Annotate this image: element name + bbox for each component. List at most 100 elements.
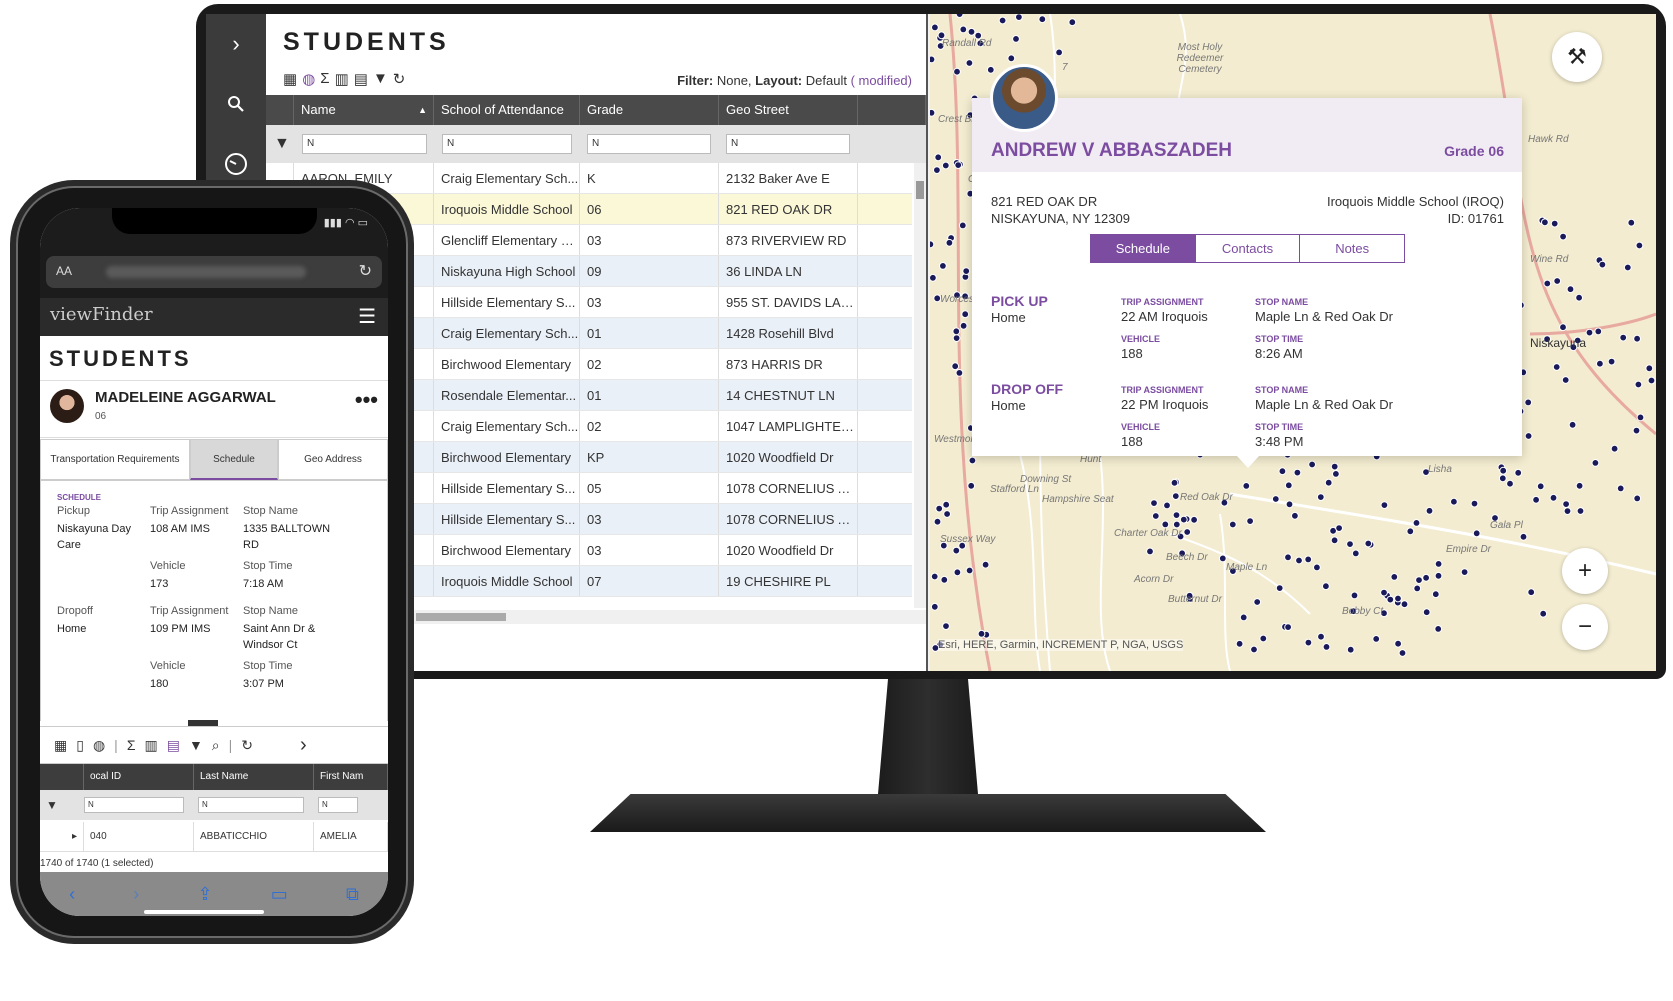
student-location-dot[interactable] [1170,478,1179,487]
column-header-grade[interactable]: Grade [580,95,719,125]
student-location-dot[interactable] [1536,482,1545,491]
student-location-dot[interactable] [1413,584,1422,593]
table-view-icon[interactable]: ▦ [54,737,67,754]
student-location-dot[interactable] [1271,495,1280,503]
student-location-dot[interactable] [1596,359,1604,368]
url-field[interactable]: AA ↻ [46,256,382,288]
student-location-dot[interactable] [1246,517,1255,526]
student-location-dot[interactable] [1524,398,1533,407]
student-location-dot[interactable] [1566,285,1575,294]
student-location-dot[interactable] [933,517,942,526]
vertical-scrollbar[interactable] [914,163,926,608]
student-location-dot[interactable] [1284,553,1292,562]
student-location-dot[interactable] [1171,492,1180,501]
tab-transportation[interactable]: Transportation Requirements [40,439,190,480]
search-icon[interactable]: ⌕ [212,737,220,754]
student-location-dot[interactable] [1163,501,1171,510]
student-location-dot[interactable] [1364,539,1373,548]
table-row[interactable]: ▸ 040 ABBATICCHIO AMELIA [40,822,388,852]
student-location-dot[interactable] [941,161,950,170]
student-location-dot[interactable] [935,504,944,513]
student-location-dot[interactable] [1450,497,1458,506]
chevron-right-icon[interactable]: › [300,734,307,757]
student-location-dot[interactable] [1259,634,1268,643]
student-location-dot[interactable] [1278,467,1287,476]
student-location-dot[interactable] [1293,468,1302,477]
column-header-first-name[interactable]: First Nam [314,764,388,790]
student-location-dot[interactable] [951,362,960,371]
zoom-in-button[interactable]: + [1562,548,1608,594]
student-location-dot[interactable] [1055,48,1064,57]
sum-icon[interactable]: Σ [127,737,136,753]
student-location-dot[interactable] [942,500,951,509]
column-header-more[interactable] [858,95,926,125]
student-location-dot[interactable] [1559,232,1567,241]
sum-icon[interactable]: Σ [320,70,329,88]
student-location-dot[interactable] [1632,426,1641,435]
clear-filter-icon[interactable]: ▼ [266,135,302,153]
student-location-dot[interactable] [1594,327,1603,336]
layout-modified-link[interactable]: ( modified) [851,73,912,88]
student-location-dot[interactable] [1346,540,1354,548]
student-location-dot[interactable] [1218,554,1227,563]
student-location-dot[interactable] [1317,632,1325,641]
student-location-dot[interactable] [1575,481,1584,490]
student-map[interactable]: Most Holy Redeemer Cemetery Niskayuna Gala… [930,14,1656,671]
student-location-dot[interactable] [1506,479,1514,488]
filter-icon[interactable]: ▼ [373,70,388,88]
filter-input-street[interactable]: N [726,134,850,154]
student-location-dot[interactable] [1150,499,1158,508]
student-location-dot[interactable] [1415,576,1423,584]
student-location-dot[interactable] [1636,413,1645,422]
student-location-dot[interactable] [1519,532,1528,541]
student-location-dot[interactable] [1576,507,1585,515]
student-location-dot[interactable] [1616,484,1625,493]
student-location-dot[interactable] [1562,500,1570,509]
student-location-dot[interactable] [1253,598,1262,606]
student-location-dot[interactable] [986,65,995,74]
student-location-dot[interactable] [1332,470,1340,478]
student-location-dot[interactable] [1304,638,1313,647]
tab-contacts[interactable]: Contacts [1196,235,1301,262]
student-location-dot[interactable] [1172,511,1181,520]
student-location-dot[interactable] [1422,573,1431,582]
student-location-dot[interactable] [1151,512,1160,520]
student-location-dot[interactable] [1285,500,1294,509]
student-location-dot[interactable] [1190,515,1199,524]
student-location-dot[interactable] [1431,590,1440,599]
student-location-dot[interactable] [1346,645,1355,654]
student-location-dot[interactable] [930,602,939,611]
student-location-dot[interactable] [934,153,943,162]
student-location-dot[interactable] [953,67,961,76]
student-location-dot[interactable] [1607,357,1616,366]
student-location-dot[interactable] [1460,568,1469,576]
student-location-dot[interactable] [1550,219,1559,228]
student-location-dot[interactable] [1351,549,1360,558]
search-icon[interactable] [206,74,266,134]
student-location-dot[interactable] [1068,18,1077,27]
student-location-dot[interactable] [962,267,971,276]
filter-input-last-name[interactable]: N [198,797,304,813]
student-location-dot[interactable] [1422,608,1431,617]
student-location-dot[interactable] [1394,594,1402,603]
document-icon[interactable]: ▯ [76,737,84,754]
tab-geo-address[interactable]: Geo Address [278,439,388,480]
student-location-dot[interactable] [1324,478,1333,487]
more-options-icon[interactable]: ••• [355,387,378,413]
expand-row-icon[interactable]: ▸ [40,822,84,851]
student-location-dot[interactable] [953,568,962,577]
globe-icon[interactable]: ◍ [302,70,315,88]
student-location-dot[interactable] [1304,555,1313,564]
student-location-dot[interactable] [1543,279,1552,288]
hamburger-menu-icon[interactable]: ☰ [358,304,376,329]
student-location-dot[interactable] [1372,635,1381,643]
student-location-dot[interactable] [952,334,961,343]
student-location-dot[interactable] [1250,645,1258,654]
student-location-dot[interactable] [1179,515,1188,524]
filter-input-name[interactable]: N [302,134,427,154]
student-location-dot[interactable] [1350,591,1359,600]
student-location-dot[interactable] [930,108,936,117]
student-location-dot[interactable] [1585,328,1594,337]
tab-schedule[interactable]: Schedule [1091,235,1196,262]
student-location-dot[interactable] [930,55,936,64]
